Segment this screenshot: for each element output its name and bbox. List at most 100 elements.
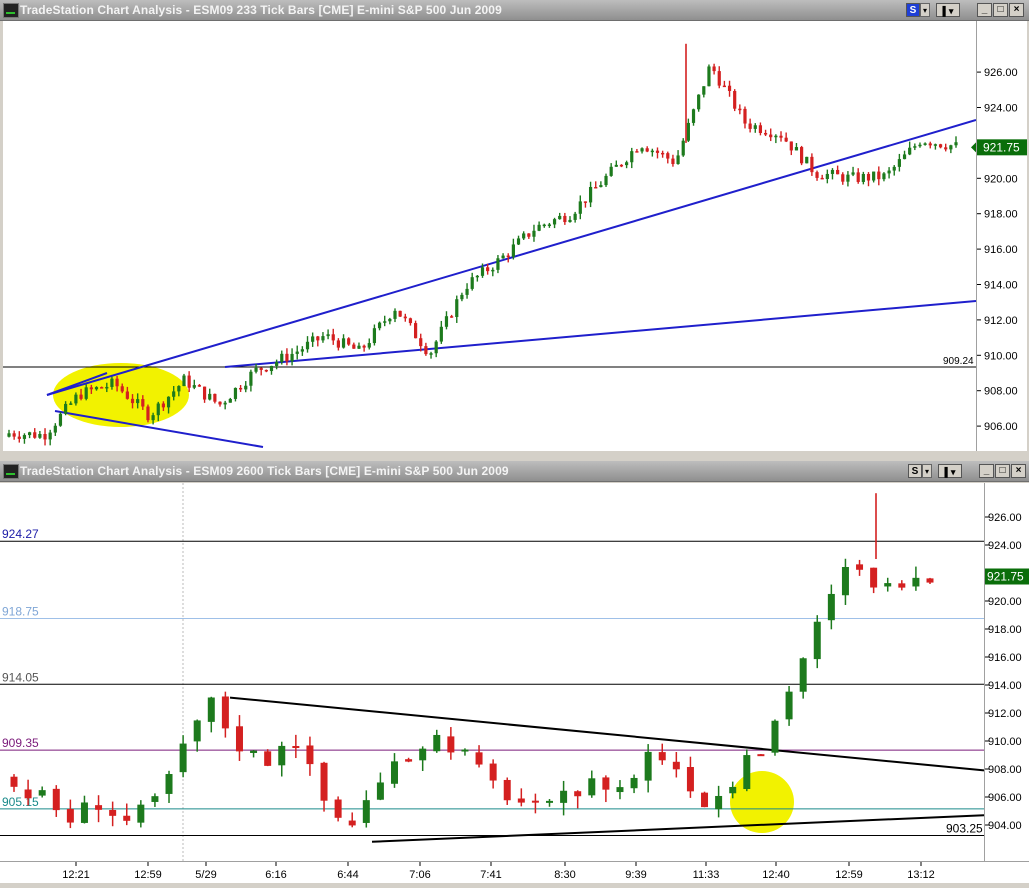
candle-body xyxy=(926,578,934,583)
level-label: 905.15 xyxy=(2,795,39,809)
price-axis[interactable]: 926.00924.00922.00920.00918.00916.00914.… xyxy=(976,21,1027,451)
candle-body xyxy=(357,345,361,349)
candle-body xyxy=(727,85,732,91)
candle-body xyxy=(475,275,479,278)
tradestation-app-icon[interactable] xyxy=(3,3,19,18)
candle-body xyxy=(897,159,901,167)
candle-body xyxy=(661,152,665,155)
maximize-button[interactable]: □ xyxy=(995,464,1010,478)
candle-body xyxy=(616,787,624,793)
candle-body xyxy=(517,798,525,803)
candle-body xyxy=(715,795,723,810)
candle-body xyxy=(912,577,920,587)
time-tick-label: 12:40 xyxy=(762,869,790,881)
candle-body xyxy=(928,143,932,146)
candle-body xyxy=(836,169,840,175)
candle-body xyxy=(856,172,860,182)
candle-body xyxy=(177,386,181,392)
candle-body xyxy=(820,177,824,180)
candle-body xyxy=(100,387,104,389)
candle-body xyxy=(52,788,60,811)
last-price-label: 921.75 xyxy=(987,570,1024,584)
candle-body xyxy=(43,433,47,440)
close-button[interactable]: × xyxy=(1011,464,1026,478)
candle-body xyxy=(146,406,150,421)
candle-body xyxy=(141,399,145,407)
ascending-trend-line xyxy=(371,814,985,843)
window-menu-button[interactable]: ▌▾ xyxy=(936,3,960,17)
candle-body xyxy=(408,318,413,324)
time-tick-label: 6:16 xyxy=(265,869,286,881)
candle-body xyxy=(79,394,83,399)
symbol-link-dropdown-icon[interactable]: ▾ xyxy=(920,3,930,17)
candle-body xyxy=(712,66,716,72)
price-tick-label: 916.00 xyxy=(988,652,1022,664)
candle-body xyxy=(506,255,510,258)
candle-body xyxy=(779,135,783,138)
tradestation-app-icon[interactable] xyxy=(3,464,19,479)
candle-body xyxy=(295,351,299,354)
candle-body xyxy=(516,238,521,245)
candle-body xyxy=(460,294,464,300)
candle-body xyxy=(434,341,438,354)
candle-body xyxy=(444,316,449,327)
candle-body xyxy=(64,403,68,414)
candle-body xyxy=(938,144,943,148)
candle-body xyxy=(84,387,88,399)
candle-body xyxy=(877,171,881,180)
minimize-button[interactable]: _ xyxy=(977,3,992,17)
time-axis[interactable]: 12:21 12:59 5/29 6:16 6:44 7:06 7:41 8:30 9:39 11… xyxy=(0,861,1029,883)
maximize-button[interactable]: □ xyxy=(993,3,1008,17)
candle-body xyxy=(264,751,272,766)
candle-body xyxy=(151,415,155,421)
candle-body xyxy=(334,799,342,818)
price-axis[interactable]: 926.00924.00922.00920.00918.00916.00914.… xyxy=(984,483,1029,861)
price-plot-area[interactable]: 924.27 918.75 914.05 909.35 905.15 903.25 xyxy=(0,483,985,861)
candle-body xyxy=(336,340,340,348)
title-bar[interactable]: TradeStation Chart Analysis - ESM09 2600… xyxy=(0,461,1029,482)
price-tick-label: 912.00 xyxy=(984,315,1018,327)
symbol-link-button[interactable]: S xyxy=(908,464,922,478)
close-button[interactable]: × xyxy=(1009,3,1024,17)
minimize-button[interactable]: _ xyxy=(979,464,994,478)
candle-body xyxy=(207,697,215,722)
candle-body xyxy=(913,146,917,148)
candle-body xyxy=(908,147,912,155)
symbol-link-dropdown-icon[interactable]: ▾ xyxy=(922,464,932,478)
price-plot-area[interactable]: 909.24 xyxy=(3,21,977,451)
candle-body xyxy=(465,288,469,295)
candle-body xyxy=(954,142,958,146)
candle-body xyxy=(602,777,610,790)
symbol-link-button[interactable]: S xyxy=(906,3,920,17)
candle-body xyxy=(447,736,455,753)
candle-body xyxy=(666,153,670,159)
candle-body xyxy=(717,71,721,86)
candle-body xyxy=(563,215,567,223)
candle-body xyxy=(851,172,855,175)
level-label: 909.35 xyxy=(2,736,39,750)
candlestick-chart-233: 909.24 xyxy=(3,43,977,448)
level-label: 918.75 xyxy=(2,605,39,619)
title-bar[interactable]: TradeStation Chart Analysis - ESM09 233 … xyxy=(0,0,1029,21)
candle-body xyxy=(66,808,74,823)
window-menu-button[interactable]: ▌▾ xyxy=(938,464,962,478)
candle-body xyxy=(383,321,387,323)
candle-body xyxy=(655,150,660,153)
price-tick-label: 920.00 xyxy=(988,596,1022,608)
time-tick-label: 6:44 xyxy=(337,869,358,881)
candle-body xyxy=(701,792,709,808)
candle-body xyxy=(367,343,371,348)
candle-body xyxy=(377,322,382,329)
price-tick-label: 910.00 xyxy=(984,350,1018,362)
candle-body xyxy=(89,387,93,390)
candle-body xyxy=(691,109,696,123)
candle-body xyxy=(372,328,377,344)
candle-body xyxy=(10,776,18,787)
candle-body xyxy=(156,403,160,416)
descending-trend-line xyxy=(229,696,985,772)
candle-body xyxy=(486,267,490,272)
candle-body xyxy=(794,147,799,151)
candle-body xyxy=(223,402,227,405)
candle-body xyxy=(542,224,546,227)
candle-body xyxy=(53,425,57,433)
